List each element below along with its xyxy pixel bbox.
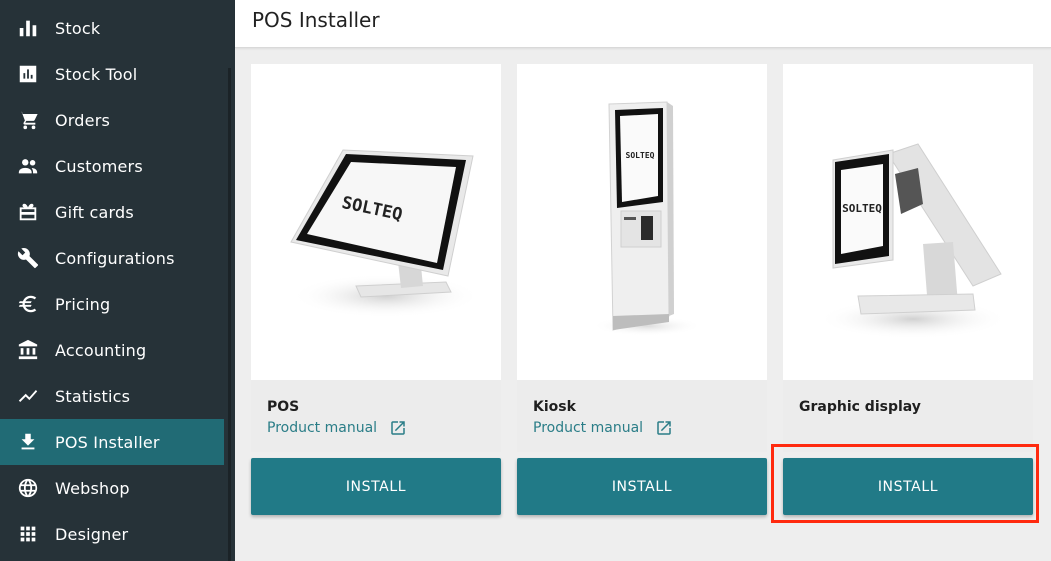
page-title: POS Installer (252, 8, 380, 32)
sidebar-item-webshop[interactable]: Webshop (0, 465, 224, 511)
product-manual-label: Product manual (533, 420, 644, 436)
sidebar-item-label: Accounting (55, 340, 147, 360)
sidebar-item-label: Pricing (55, 294, 111, 314)
device-name: POS (267, 399, 300, 415)
sidebar-item-pricing[interactable]: Pricing (0, 281, 224, 327)
device-card-kiosk: SOLTEQ Kiosk Product manual (517, 64, 767, 452)
install-graphic-display-button[interactable]: INSTALL (783, 458, 1033, 515)
device-card-graphic-display: SOLTEQ Graphic display (783, 64, 1033, 452)
sidebar-item-orders[interactable]: Orders (0, 97, 224, 143)
bank-icon (17, 339, 39, 361)
sidebar-item-label: Configurations (55, 248, 175, 268)
device-name: Kiosk (533, 399, 576, 415)
page-header: POS Installer (235, 0, 1051, 48)
product-manual-link[interactable]: Product manual (533, 419, 673, 437)
kiosk-device-image: SOLTEQ (517, 64, 767, 380)
graphic-display-device-image: SOLTEQ (783, 64, 1033, 380)
device-card-pos: SOLTEQ POS Product manual (251, 64, 501, 452)
sidebar-item-label: Customers (55, 156, 143, 176)
globe-icon (17, 477, 39, 499)
sidebar-item-label: Designer (55, 524, 129, 544)
sidebar-item-customers[interactable]: Customers (0, 143, 224, 189)
pos-device-image: SOLTEQ (251, 64, 501, 380)
cart-icon (17, 109, 39, 131)
grid-icon (17, 523, 39, 545)
euro-icon (17, 293, 39, 315)
sidebar-item-stock-tool[interactable]: Stock Tool (0, 51, 224, 97)
sidebar-item-accounting[interactable]: Accounting (0, 327, 224, 373)
sidebar-item-label: Stock Tool (55, 64, 138, 84)
bar-chart-icon (17, 17, 39, 39)
sidebar-item-label: POS Installer (55, 432, 160, 452)
sidebar-item-label: Stock (55, 18, 101, 38)
gift-card-icon (17, 201, 39, 223)
download-icon (17, 431, 39, 453)
sidebar-item-statistics[interactable]: Statistics (0, 373, 224, 419)
sidebar-item-label: Statistics (55, 386, 131, 406)
device-name: Graphic display (799, 399, 921, 415)
sidebar-item-stock[interactable]: Stock (0, 5, 224, 51)
install-pos-button[interactable]: INSTALL (251, 458, 501, 515)
sidebar-scrollbar[interactable] (228, 68, 231, 561)
product-manual-label: Product manual (267, 420, 378, 436)
sidebar-item-designer[interactable]: Designer (0, 511, 224, 557)
external-link-icon (657, 421, 671, 435)
sidebar: Stock Stock Tool Orders Customers Gift c… (0, 0, 235, 561)
sidebar-item-gift-cards[interactable]: Gift cards (0, 189, 224, 235)
install-kiosk-button[interactable]: INSTALL (517, 458, 767, 515)
product-manual-link[interactable]: Product manual (267, 419, 407, 437)
external-link-icon (391, 421, 405, 435)
trend-line-icon (17, 385, 39, 407)
sidebar-item-pos-installer[interactable]: POS Installer (0, 419, 224, 465)
wrench-icon (17, 247, 39, 269)
people-icon (17, 155, 39, 177)
sidebar-item-label: Orders (55, 110, 111, 130)
device-brand-text: SOLTEQ (842, 202, 882, 215)
chart-box-icon (17, 63, 39, 85)
sidebar-item-label: Gift cards (55, 202, 134, 222)
device-brand-text: SOLTEQ (626, 151, 655, 160)
sidebar-item-configurations[interactable]: Configurations (0, 235, 224, 281)
sidebar-item-label: Webshop (55, 478, 130, 498)
